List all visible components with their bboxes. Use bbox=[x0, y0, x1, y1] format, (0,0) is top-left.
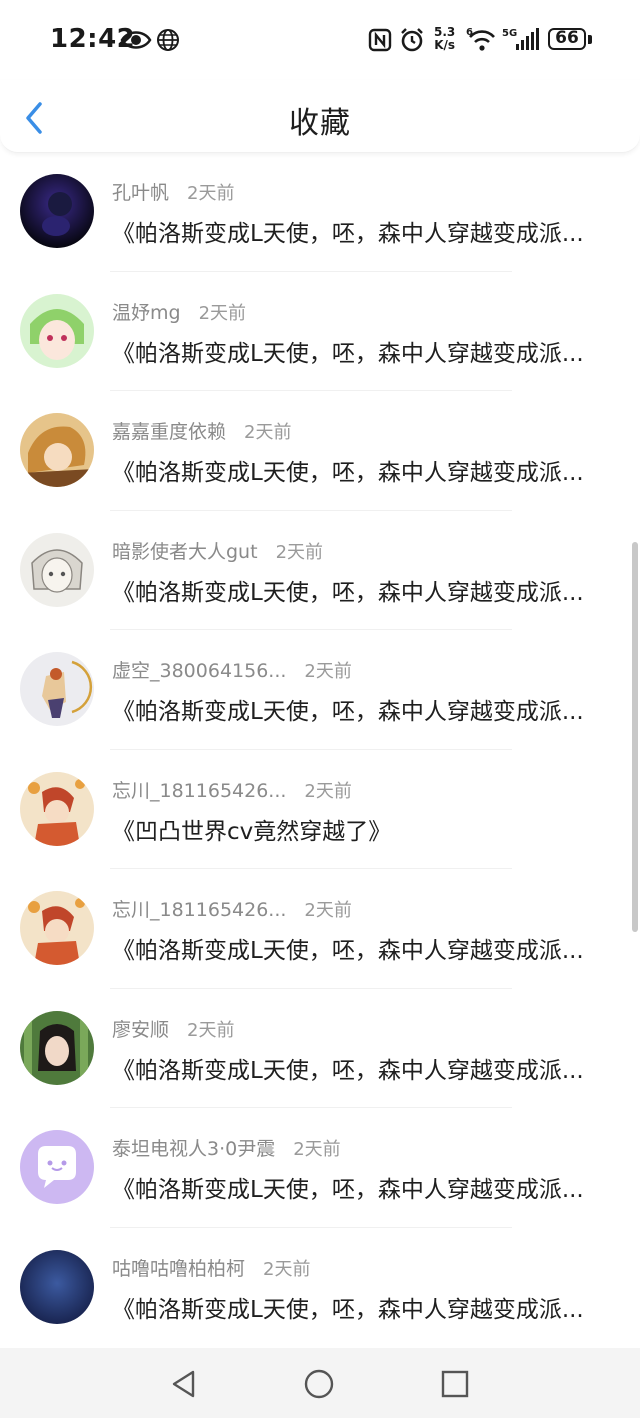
timestamp: 2天前 bbox=[187, 1019, 235, 1041]
item-meta: 虚空_380064156... 2天前 bbox=[112, 656, 352, 683]
item-meta: 廖安顺 2天前 bbox=[112, 1015, 234, 1042]
item-meta: 忘川_181165426... 2天前 bbox=[112, 895, 352, 922]
list-item[interactable]: 廖安顺 2天前 《帕洛斯变成L天使，呸，森中人穿越变成派... bbox=[0, 989, 640, 1108]
status-bar: 12:42 5.3 K/s 6 5G 66 bbox=[0, 0, 640, 80]
avatar[interactable] bbox=[20, 532, 94, 607]
favorite-title[interactable]: 《帕洛斯变成L天使，呸，森中人穿越变成派... bbox=[112, 931, 606, 965]
timestamp: 2天前 bbox=[304, 780, 352, 802]
signal-5g-icon: 5G bbox=[502, 28, 539, 50]
favorite-title[interactable]: 《帕洛斯变成L天使，呸，森中人穿越变成派... bbox=[112, 573, 606, 607]
globe-icon bbox=[157, 29, 179, 51]
timestamp: 2天前 bbox=[187, 183, 235, 204]
timestamp: 2天前 bbox=[304, 900, 352, 921]
favorite-title[interactable]: 《帕洛斯变成L天使，呸，森中人穿越变成派... bbox=[112, 692, 606, 726]
item-meta: 嘉嘉重度依赖 2天前 bbox=[112, 417, 291, 444]
avatar[interactable] bbox=[20, 771, 94, 846]
favorite-title[interactable]: 《帕洛斯变成L天使，呸，森中人穿越变成派... bbox=[112, 214, 606, 248]
timestamp: 2天前 bbox=[244, 422, 292, 443]
avatar[interactable] bbox=[20, 174, 94, 248]
svg-text:5G: 5G bbox=[502, 28, 517, 39]
username[interactable]: 咕噜咕噜柏柏柯 bbox=[112, 1254, 245, 1281]
list-item[interactable]: 虚空_380064156... 2天前 《帕洛斯变成L天使，呸，森中人穿越变成派.… bbox=[0, 630, 640, 750]
eye-icon bbox=[120, 31, 152, 49]
favorite-title[interactable]: 《帕洛斯变成L天使，呸，森中人穿越变成派... bbox=[112, 1290, 606, 1324]
list-item[interactable]: 暗影使者大人gut 2天前 《帕洛斯变成L天使，呸，森中人穿越变成派... bbox=[0, 511, 640, 630]
list-item[interactable]: 忘川_181165426... 2天前 《凹凸世界cv竟然穿越了》 bbox=[0, 750, 640, 869]
favorite-title[interactable]: 《帕洛斯变成L天使，呸，森中人穿越变成派... bbox=[112, 453, 606, 487]
username[interactable]: 虚空_380064156... bbox=[112, 656, 286, 683]
favorite-title[interactable]: 《帕洛斯变成L天使，呸，森中人穿越变成派... bbox=[112, 1051, 606, 1085]
avatar[interactable] bbox=[20, 891, 94, 965]
item-meta: 忘川_181165426... 2天前 bbox=[112, 776, 352, 803]
nfc-icon bbox=[368, 28, 392, 52]
avatar[interactable] bbox=[20, 413, 94, 487]
favorite-title[interactable]: 《帕洛斯变成L天使，呸，森中人穿越变成派... bbox=[112, 334, 606, 368]
battery-tip bbox=[588, 35, 592, 44]
username[interactable]: 温妤mg bbox=[112, 298, 181, 325]
network-speed: 5.3 K/s bbox=[434, 25, 456, 52]
page-header: 收藏 bbox=[0, 80, 640, 153]
username[interactable]: 忘川_181165426... bbox=[112, 895, 286, 922]
username[interactable]: 暗影使者大人gut bbox=[112, 537, 258, 564]
battery-icon: 66 bbox=[548, 28, 586, 50]
username[interactable]: 孔叶帆 bbox=[112, 178, 169, 205]
timestamp: 2天前 bbox=[275, 541, 324, 563]
favorite-title[interactable]: 《帕洛斯变成L天使，呸，森中人穿越变成派... bbox=[112, 1170, 606, 1204]
avatar[interactable] bbox=[20, 1130, 94, 1204]
username[interactable]: 泰坦电视人3·0尹震 bbox=[112, 1134, 275, 1161]
list-item[interactable]: 孔叶帆 2天前 《帕洛斯变成L天使，呸，森中人穿越变成派... bbox=[0, 152, 640, 272]
list-item[interactable]: 忘川_181165426... 2天前 《帕洛斯变成L天使，呸，森中人穿越变成派.… bbox=[0, 869, 640, 989]
item-meta: 泰坦电视人3·0尹震 2天前 bbox=[112, 1134, 341, 1161]
avatar[interactable] bbox=[20, 1249, 94, 1324]
item-meta: 暗影使者大人gut 2天前 bbox=[112, 537, 323, 564]
avatar[interactable] bbox=[20, 293, 94, 368]
item-meta: 咕噜咕噜柏柏柯 2天前 bbox=[112, 1254, 310, 1281]
avatar[interactable] bbox=[20, 1010, 94, 1085]
alarm-icon bbox=[401, 28, 423, 52]
timestamp: 2天前 bbox=[198, 302, 247, 324]
item-meta: 温妤mg 2天前 bbox=[112, 298, 246, 325]
list-item[interactable]: 咕噜咕噜柏柏柯 2天前 《帕洛斯变成L天使，呸，森中人穿越变成派... bbox=[0, 1228, 640, 1348]
home-circle-icon[interactable] bbox=[303, 1368, 335, 1400]
list-item[interactable]: 温妤mg 2天前 《帕洛斯变成L天使，呸，森中人穿越变成派... bbox=[0, 272, 640, 391]
username[interactable]: 嘉嘉重度依赖 bbox=[112, 417, 226, 444]
avatar[interactable] bbox=[20, 652, 94, 726]
timestamp: 2天前 bbox=[263, 1258, 311, 1280]
username[interactable]: 廖安顺 bbox=[112, 1015, 169, 1042]
favorite-title[interactable]: 《凹凸世界cv竟然穿越了》 bbox=[112, 812, 606, 846]
page-title: 收藏 bbox=[289, 106, 351, 141]
system-nav-bar bbox=[0, 1348, 640, 1418]
timestamp: 2天前 bbox=[304, 661, 352, 682]
timestamp: 2天前 bbox=[293, 1139, 341, 1160]
username[interactable]: 忘川_181165426... bbox=[112, 776, 286, 803]
back-triangle-icon[interactable] bbox=[168, 1368, 200, 1400]
favorites-list: 孔叶帆 2天前 《帕洛斯变成L天使，呸，森中人穿越变成派... 温妤mg 2天前 《… bbox=[0, 152, 640, 1347]
list-item[interactable]: 泰坦电视人3·0尹震 2天前 《帕洛斯变成L天使，呸，森中人穿越变成派... bbox=[0, 1108, 640, 1228]
item-meta: 孔叶帆 2天前 bbox=[112, 178, 234, 205]
wifi-icon: 6 bbox=[466, 27, 495, 51]
list-item[interactable]: 嘉嘉重度依赖 2天前 《帕洛斯变成L天使，呸，森中人穿越变成派... bbox=[0, 391, 640, 511]
scrollbar[interactable] bbox=[632, 542, 638, 932]
recents-square-icon[interactable] bbox=[439, 1368, 471, 1400]
